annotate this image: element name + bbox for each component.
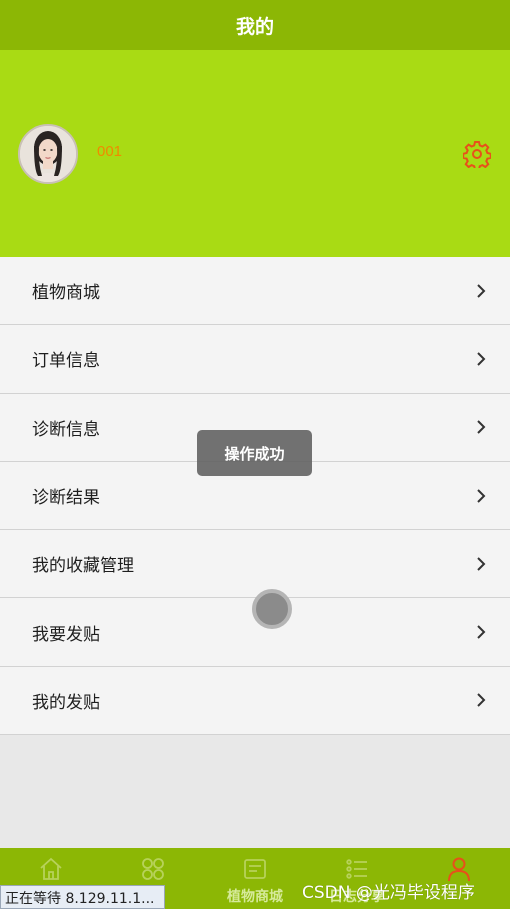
username: 001 — [97, 143, 123, 160]
profile-banner: 001 — [0, 50, 510, 257]
chevron-right-icon — [477, 420, 486, 434]
menu-item-label: 我要发贴 — [32, 624, 100, 645]
shop-icon — [244, 859, 266, 879]
chevron-right-icon — [477, 693, 486, 708]
menu-item-label: 诊断信息 — [32, 419, 100, 440]
menu-item-my-posts[interactable]: 我的发贴 — [0, 666, 510, 736]
menu-item-label: 我的发贴 — [32, 692, 100, 713]
chevron-right-icon — [477, 488, 486, 503]
toast-message: 操作成功 — [197, 430, 312, 476]
menu-item-label: 诊断结果 — [32, 488, 100, 509]
tab-plant-mall[interactable]: 植物商城 — [204, 848, 306, 909]
watermark: CSDN @光冯毕设程序 — [302, 883, 475, 903]
menu-item-label: 订单信息 — [32, 351, 100, 372]
browser-status-bar: 正在等待 8.129.11.1... — [0, 885, 165, 909]
menu-list: 植物商城 订单信息 诊断信息 诊断结果 我的收藏管理 我要发贴 我的发贴 — [0, 257, 510, 736]
home-icon — [40, 857, 62, 880]
chevron-right-icon — [477, 557, 486, 571]
grid-icon — [142, 858, 164, 880]
menu-item-orders[interactable]: 订单信息 — [0, 325, 510, 394]
chevron-right-icon — [477, 625, 486, 639]
top-navbar: 我的 — [0, 0, 510, 50]
avatar[interactable] — [18, 124, 78, 184]
loading-spinner — [252, 589, 292, 629]
menu-item-plant-mall[interactable]: 植物商城 — [0, 257, 510, 326]
menu-item-favorites[interactable]: 我的收藏管理 — [0, 530, 510, 599]
menu-item-label: 植物商城 — [32, 283, 100, 304]
gear-icon[interactable] — [462, 140, 492, 171]
menu-item-label: 我的收藏管理 — [32, 556, 134, 577]
tab-label: 植物商城 — [227, 889, 283, 905]
page-title: 我的 — [235, 15, 274, 38]
chevron-right-icon — [477, 283, 486, 298]
chevron-right-icon — [477, 352, 486, 366]
